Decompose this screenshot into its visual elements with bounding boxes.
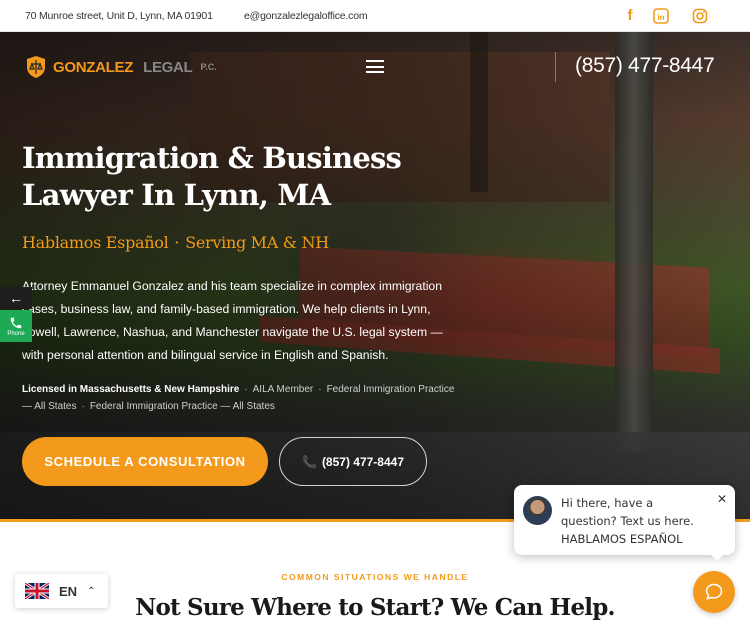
logo-name: GONZALEZ — [53, 58, 134, 76]
logo-legal: LEGAL — [143, 58, 193, 76]
header-phone-link[interactable]: (857) 477-8447 — [575, 54, 715, 78]
credential-license: Licensed in Massachusetts & New Hampshir… — [22, 384, 240, 395]
side-phone-label: Phone — [7, 330, 25, 337]
facebook-icon[interactable]: f — [622, 8, 638, 24]
chat-line-1: Hi there, have a — [561, 496, 654, 510]
logo-pc: P.C. — [200, 62, 217, 72]
credentials-list: Licensed in Massachusetts & New Hampshir… — [22, 384, 455, 412]
section-title: Not Sure Where to Start? We Can Help. — [135, 594, 615, 621]
chat-line-2: question? Text us here. — [561, 514, 694, 528]
side-phone-button[interactable]: Phone — [0, 310, 32, 342]
top-info-bar: 70 Munroe street, Unit D, Lynn, MA 01901… — [0, 0, 750, 32]
linkedin-icon[interactable]: in — [653, 8, 669, 24]
header-divider — [555, 52, 556, 82]
chevron-up-icon: ⌃ — [87, 585, 96, 597]
call-phone-button[interactable]: 📞 (857) 477-8447 — [279, 437, 427, 486]
section-kicker: COMMON SITUATIONS WE HANDLE — [281, 572, 469, 582]
credential-aila: AILA Member — [252, 384, 314, 395]
svg-text:in: in — [657, 13, 664, 22]
site-logo[interactable]: GONZALEZ LEGAL P.C. — [25, 55, 217, 79]
chat-avatar — [523, 496, 552, 525]
hero-tagline: Hablamos Español · Serving MA & NH — [22, 233, 329, 252]
email-link[interactable]: e@gonzalezlegaloffice.com — [244, 10, 368, 22]
tagline-spanish: Hablamos Español — [22, 233, 169, 252]
chat-line-3: HABLAMOS ESPAÑOL — [561, 532, 683, 546]
menu-hamburger-icon[interactable] — [366, 60, 384, 73]
chat-message: Hi there, have a question? Text us here.… — [561, 494, 711, 548]
schedule-consultation-button[interactable]: SCHEDULE A CONSULTATION — [22, 437, 268, 486]
hero-title: Immigration & Business Lawyer In Lynn, M… — [22, 141, 402, 212]
logo-shield-icon — [27, 56, 45, 78]
side-collapse-arrow-icon[interactable]: ← — [0, 287, 32, 309]
chat-close-icon[interactable]: ✕ — [717, 492, 727, 506]
phone-icon: 📞 — [301, 454, 317, 469]
language-code: EN — [59, 583, 78, 599]
instagram-icon[interactable] — [692, 8, 708, 24]
phone-handset-icon — [10, 317, 22, 328]
call-phone-label: (857) 477-8447 — [321, 454, 404, 469]
language-selector[interactable]: EN ⌃ — [15, 574, 108, 608]
tagline-service-area: Serving MA & NH — [185, 233, 329, 252]
credential-federal-repeat: Federal Immigration Practice — All State… — [89, 401, 275, 412]
hero-description: Attorney Emmanuel Gonzalez and his team … — [22, 279, 443, 362]
address-text: 70 Munroe street, Unit D, Lynn, MA 01901 — [25, 10, 213, 22]
chat-popup[interactable]: Hi there, have a question? Text us here.… — [514, 485, 735, 561]
uk-flag-icon — [25, 583, 49, 599]
tagline-separator: · — [174, 233, 180, 252]
